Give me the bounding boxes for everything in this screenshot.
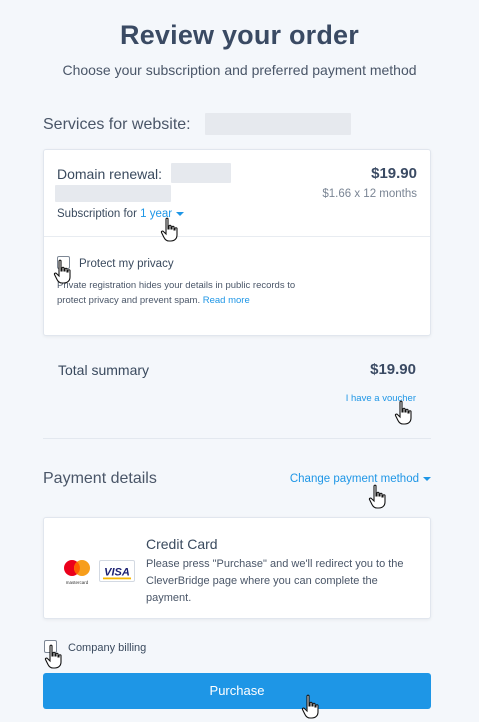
visa-text: VISA xyxy=(104,567,130,579)
chevron-down-icon xyxy=(423,476,431,481)
subscription-duration-value: 1 year xyxy=(140,208,173,220)
services-label: Services for website: xyxy=(43,116,191,133)
privacy-description: Private registration hides your details … xyxy=(57,278,297,308)
chevron-down-icon xyxy=(176,211,185,216)
redacted-domain-name-line2 xyxy=(55,185,171,202)
payment-method-card: mastercard VISA Credit Card Please press… xyxy=(43,517,431,619)
total-summary-label: Total summary xyxy=(58,362,150,378)
page-subtitle: Choose your subscription and preferred p… xyxy=(62,62,417,78)
company-billing-label: Company billing xyxy=(68,642,147,654)
section-divider xyxy=(43,438,431,439)
total-price: $19.90 xyxy=(370,361,416,378)
payment-details-label: Payment details xyxy=(43,470,157,487)
company-billing-checkbox[interactable] xyxy=(44,640,57,653)
privacy-description-text: Private registration hides your details … xyxy=(57,280,296,306)
subscription-duration-dropdown[interactable]: 1 year xyxy=(140,208,185,220)
visa-logo-icon: VISA xyxy=(99,560,135,582)
hand-cursor-icon xyxy=(368,484,386,509)
privacy-checkbox[interactable] xyxy=(57,256,70,269)
read-more-link[interactable]: Read more xyxy=(203,295,250,306)
redacted-domain-name xyxy=(171,163,231,183)
domain-renewal-card: Domain renewal: $19.90 $1.66 x 12 months… xyxy=(43,149,431,336)
mastercard-logo-icon: mastercard xyxy=(64,560,90,585)
privacy-label: Protect my privacy xyxy=(79,258,174,270)
purchase-button[interactable]: Purchase xyxy=(43,673,431,709)
payment-method-description: Please press "Purchase" and we'll redire… xyxy=(146,558,404,604)
domain-price-detail: $1.66 x 12 months xyxy=(322,188,417,200)
mastercard-text: mastercard xyxy=(66,580,89,585)
change-payment-method-dropdown[interactable]: Change payment method xyxy=(290,473,431,485)
voucher-link[interactable]: I have a voucher xyxy=(346,393,416,404)
subscription-row: Subscription for 1 year xyxy=(57,208,185,220)
page-title: Review your order xyxy=(120,20,359,50)
subscription-prefix: Subscription for xyxy=(57,208,137,220)
domain-price: $19.90 xyxy=(371,165,417,182)
change-payment-method-label: Change payment method xyxy=(289,473,419,485)
domain-renewal-label: Domain renewal: xyxy=(57,166,163,182)
redacted-website-name xyxy=(205,113,351,135)
card-divider xyxy=(44,236,430,237)
payment-method-title: Credit Card xyxy=(146,536,218,552)
